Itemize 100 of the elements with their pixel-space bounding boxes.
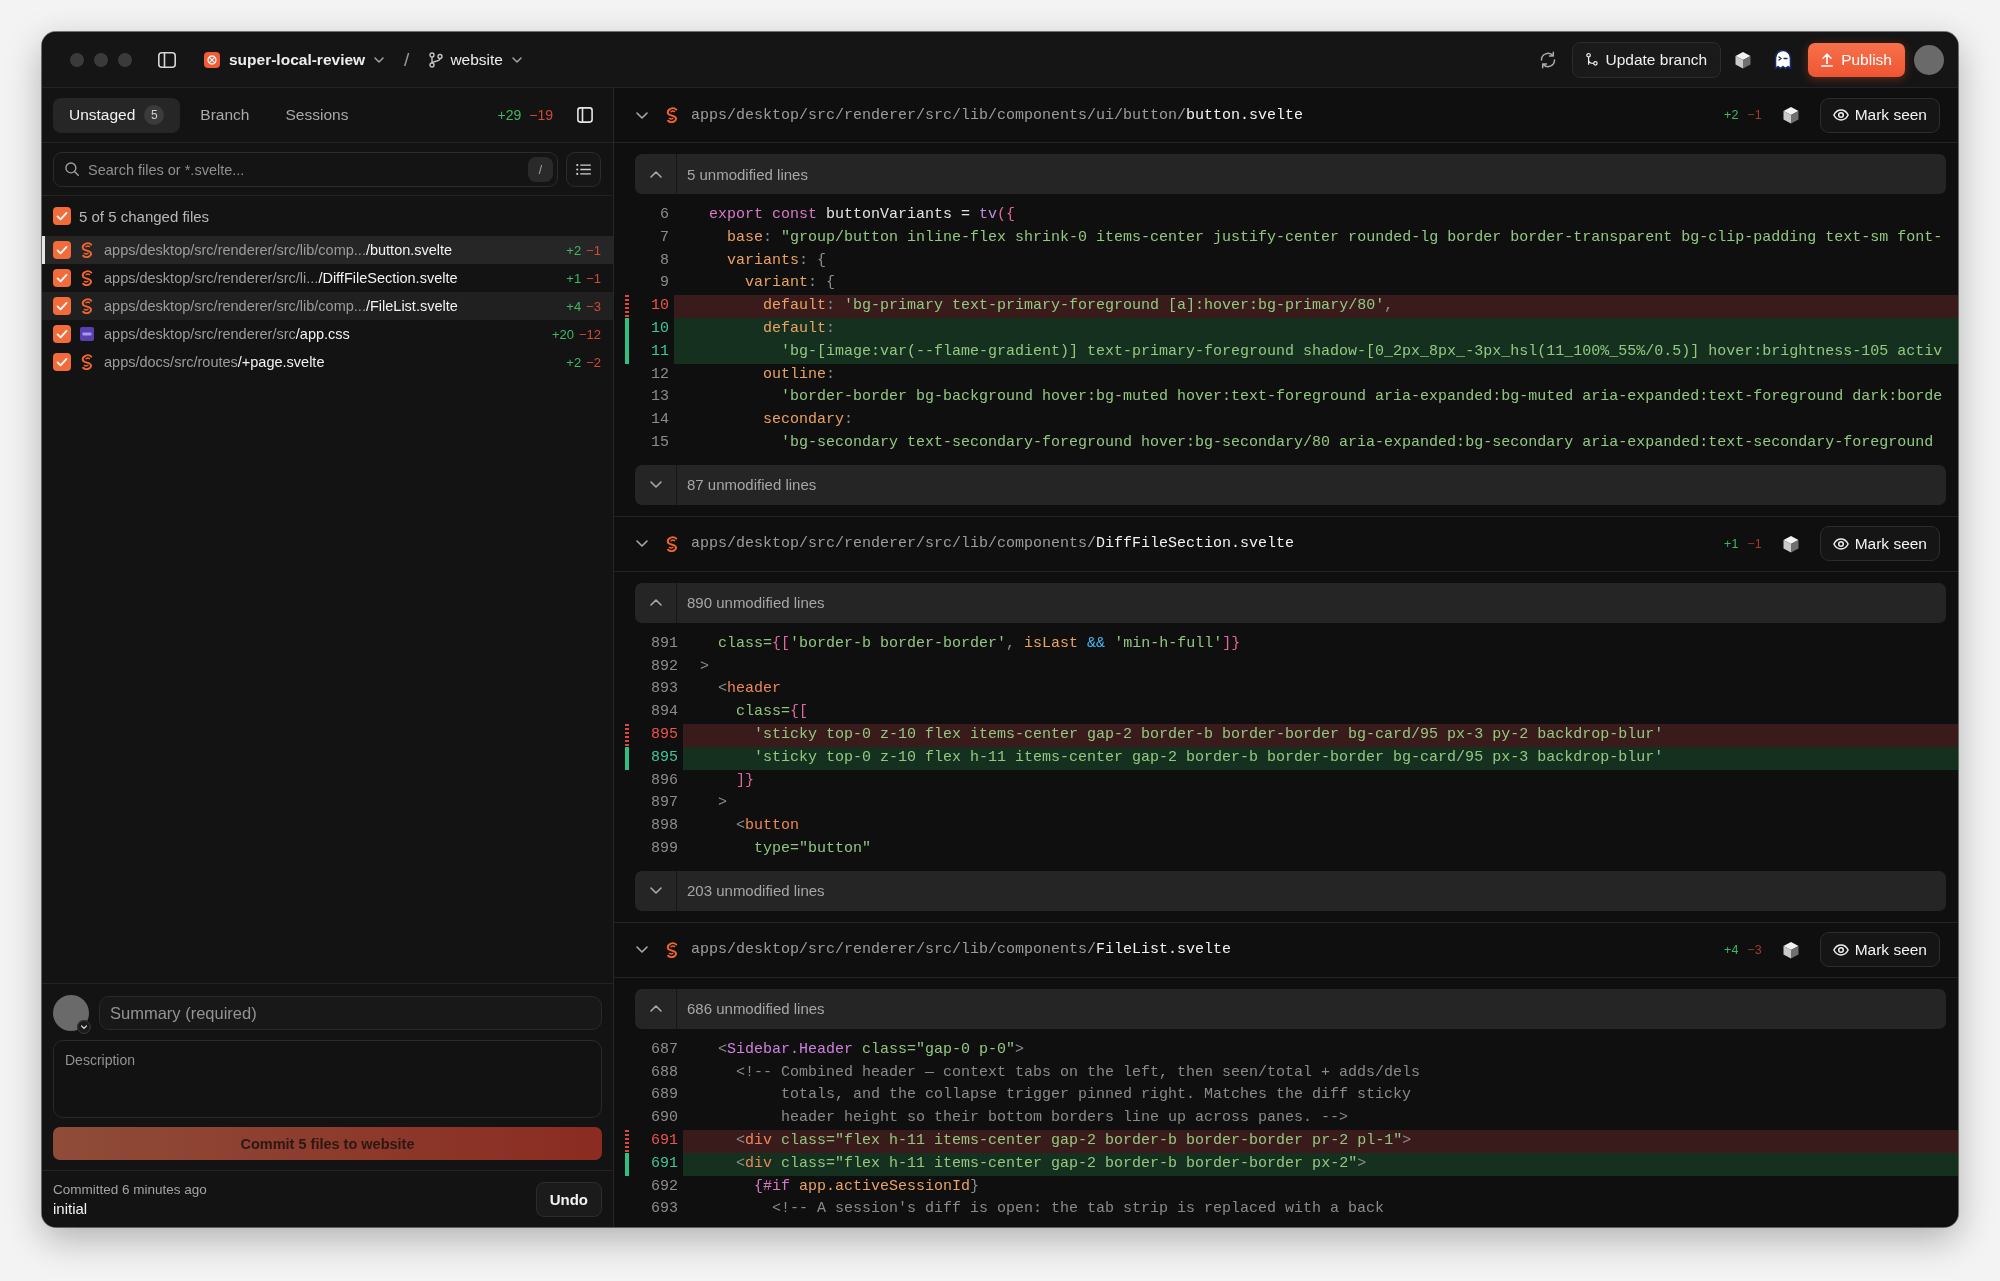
file-path: apps/desktop/src/renderer/src/lib/comp.../button.svelte (104, 242, 453, 258)
line-number: 9 (659, 273, 670, 294)
chevron-down-icon[interactable] (77, 1020, 91, 1034)
file-type-icon (80, 270, 94, 286)
chevron-down-icon[interactable] (636, 946, 648, 954)
line-number: 7 (659, 227, 670, 248)
sidebar-tab[interactable]: Sessions (269, 97, 365, 133)
repository-dropdown[interactable]: super-local-review (198, 44, 391, 75)
additions-count: +1 (566, 270, 582, 286)
checkbox[interactable] (53, 269, 71, 287)
checkbox[interactable] (53, 353, 71, 371)
sidebar-tab[interactable]: Unstaged 5 (53, 97, 181, 133)
file-path: apps/docs/src/routes/+page.svelte (104, 354, 325, 370)
mark-seen-button[interactable]: Mark seen (1819, 526, 1940, 562)
line-number: 13 (650, 387, 670, 408)
line-number: 687 (650, 1039, 679, 1060)
checkbox[interactable] (53, 297, 71, 315)
code-line: <header (717, 679, 783, 700)
cube-icon[interactable] (1781, 534, 1800, 553)
code-line: totals, and the collapse trigger pinned right. Matches the diff sticky (780, 1085, 1413, 1106)
expand-lines-button[interactable]: 686 unmodified lines (635, 988, 1946, 1029)
code-line: export const buttonVariants = tv({ (708, 205, 1017, 225)
added-marker-icon (625, 746, 629, 770)
refresh-icon[interactable] (1539, 50, 1558, 69)
breadcrumb-separator: / (404, 48, 410, 71)
branch-icon (1586, 52, 1599, 67)
file-path: apps/desktop/src/renderer/src/lib/components/DiffFileSection.svelte (691, 535, 1295, 553)
line-number: 15 (650, 432, 670, 453)
line-number: 691 (650, 1130, 679, 1151)
deletions-count: −1 (1747, 536, 1762, 551)
panel-icon[interactable] (577, 107, 593, 123)
sidebar-toggle-icon[interactable] (158, 51, 176, 68)
file-row[interactable]: apps/desktop/src/renderer/src/lib/comp.../button.svelte +2 −1 (42, 236, 613, 264)
checkbox[interactable] (53, 241, 71, 259)
file-path: apps/desktop/src/renderer/src/lib/components/ui/button/button.svelte (691, 106, 1304, 124)
code-line: {#if app.activeSessionId} (753, 1176, 981, 1197)
undo-button[interactable]: Undo (535, 1181, 602, 1217)
commit-message: initial (53, 1199, 89, 1217)
cube-icon[interactable] (1734, 50, 1753, 69)
search-icon (65, 162, 79, 176)
line-number: 891 (650, 633, 679, 654)
mark-seen-button[interactable]: Mark seen (1819, 932, 1940, 968)
file-type-icon (80, 298, 94, 314)
update-branch-button[interactable]: Update branch (1572, 41, 1722, 78)
checkbox[interactable] (53, 207, 71, 225)
expand-lines-button[interactable]: 203 unmodified lines (635, 870, 1946, 911)
file-type-icon (80, 354, 94, 370)
file-row[interactable]: apps/desktop/src/renderer/src/app.css +20 −12 (42, 320, 613, 348)
code-line: <!-- Combined header — context tabs on the left, then seen/total + adds/dels (735, 1062, 1422, 1083)
file-row[interactable]: apps/desktop/src/renderer/src/lib/comp.../FileList.svelte +4 −3 (42, 292, 613, 320)
summary-field[interactable]: Summary (required) (99, 996, 602, 1030)
line-number: 693 (650, 1199, 679, 1220)
additions-count: +29 (497, 107, 522, 123)
chevron-down-icon[interactable] (636, 540, 648, 548)
file-path: apps/desktop/src/renderer/src/app.css (104, 326, 350, 342)
chevron-down-icon (650, 887, 662, 895)
checkbox[interactable] (53, 325, 71, 343)
deletions-count: −1 (586, 242, 601, 258)
expand-lines-button[interactable]: 87 unmodified lines (635, 464, 1946, 505)
expand-lines-button[interactable]: 890 unmodified lines (635, 582, 1946, 623)
line-number: 10 (650, 319, 670, 339)
line-number: 894 (650, 702, 679, 723)
cube-icon[interactable] (1781, 940, 1800, 959)
code-line: type="button" (753, 838, 873, 859)
line-number: 898 (650, 816, 679, 837)
cube-icon[interactable] (1781, 106, 1800, 124)
expand-lines-button[interactable]: 5 unmodified lines (635, 154, 1946, 194)
code-line: <!-- A session's diff is open: the tab strip is replaced with a back (771, 1199, 1386, 1220)
code-line: outline: (762, 364, 837, 385)
eye-icon (1832, 109, 1849, 121)
code-line: <button (735, 816, 801, 837)
code-line: variants: { (726, 250, 828, 271)
line-number: 899 (650, 838, 679, 859)
additions-count: +4 (1724, 942, 1739, 957)
deletions-count: −3 (1747, 942, 1762, 957)
code-line: 'border-border bg-background hover:bg-muted hover:text-foreground aria-expanded:bg-muted aria-expanded:text-foreground dark:borde (780, 387, 1944, 408)
avatar[interactable] (1914, 44, 1944, 75)
commit-time: Committed 6 minutes ago (53, 1181, 207, 1197)
list-view-button[interactable] (566, 152, 601, 187)
code-line: <Sidebar.Header class="gap-0 p-0"> (717, 1039, 1026, 1060)
branch-icon (429, 51, 444, 68)
chevron-up-icon (650, 170, 662, 178)
count-badge: 5 (144, 105, 165, 125)
line-number: 690 (650, 1108, 679, 1129)
file-row[interactable]: apps/docs/src/routes/+page.svelte +2 −2 (42, 348, 613, 376)
description-field[interactable]: Description (53, 1040, 602, 1118)
branch-dropdown[interactable]: website (423, 44, 528, 75)
file-type-icon (665, 107, 679, 123)
code-line: > (717, 793, 728, 814)
sidebar-tab[interactable]: Branch (184, 97, 266, 133)
file-path: apps/desktop/src/renderer/src/li.../DiffFileSection.svelte (104, 270, 458, 286)
avatar[interactable] (53, 995, 89, 1031)
line-number: 11 (650, 341, 670, 362)
file-row[interactable]: apps/desktop/src/renderer/src/li.../DiffFileSection.svelte +1 −1 (42, 264, 613, 292)
mark-seen-button[interactable]: Mark seen (1819, 97, 1940, 133)
chevron-down-icon[interactable] (636, 111, 648, 119)
added-marker-icon (625, 1152, 629, 1176)
ghost-icon[interactable] (1774, 49, 1793, 70)
chevron-up-icon (650, 599, 662, 607)
code-line: ]} (735, 770, 755, 791)
